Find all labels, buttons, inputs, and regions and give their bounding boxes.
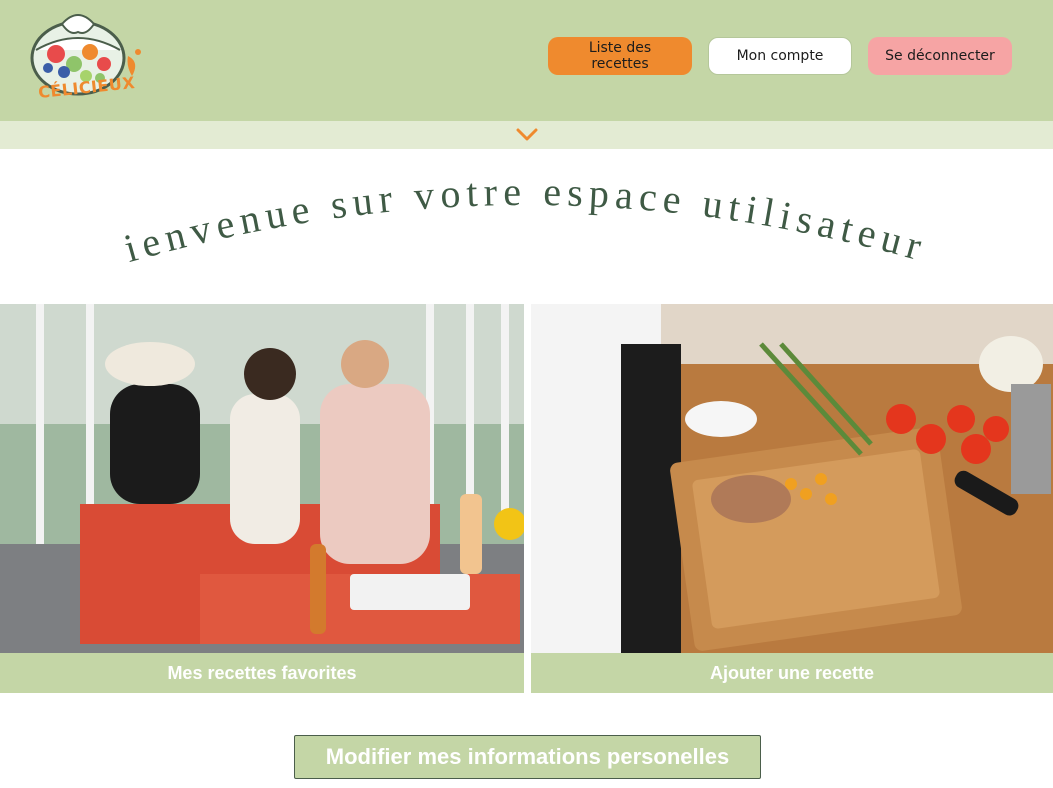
chef-cutting-vegetables-photo: [531, 304, 1053, 653]
subbar: [0, 121, 1053, 149]
card-favorite-recipes-label: Mes recettes favorites: [0, 653, 524, 693]
chevron-down-icon[interactable]: [516, 128, 538, 142]
page-title: Bienvenue sur votre espace utilisateur !: [77, 160, 932, 271]
welcome-section: Bienvenue sur votre espace utilisateur !: [0, 160, 1053, 290]
main-nav: Liste des recettes Mon compte Se déconne…: [548, 37, 1012, 75]
card-favorite-recipes[interactable]: Mes recettes favorites: [0, 304, 524, 693]
logout-button[interactable]: Se déconnecter: [868, 37, 1012, 75]
card-grid: Mes recettes favorites Ajouter une recet…: [0, 304, 1053, 693]
header: CÉLICIEUX Liste des recettes Mon compte …: [0, 0, 1053, 121]
my-account-button[interactable]: Mon compte: [708, 37, 852, 75]
card-add-recipe-label: Ajouter une recette: [531, 653, 1053, 693]
family-eating-photo: [0, 304, 524, 653]
svg-text:Bienvenue sur votre espace uti: Bienvenue sur votre espace utilisateur !: [77, 160, 932, 271]
site-logo[interactable]: CÉLICIEUX: [28, 6, 146, 106]
edit-personal-info-button[interactable]: Modifier mes informations personelles: [294, 735, 761, 779]
card-add-recipe[interactable]: Ajouter une recette: [531, 304, 1053, 693]
recipes-list-button[interactable]: Liste des recettes: [548, 37, 692, 75]
